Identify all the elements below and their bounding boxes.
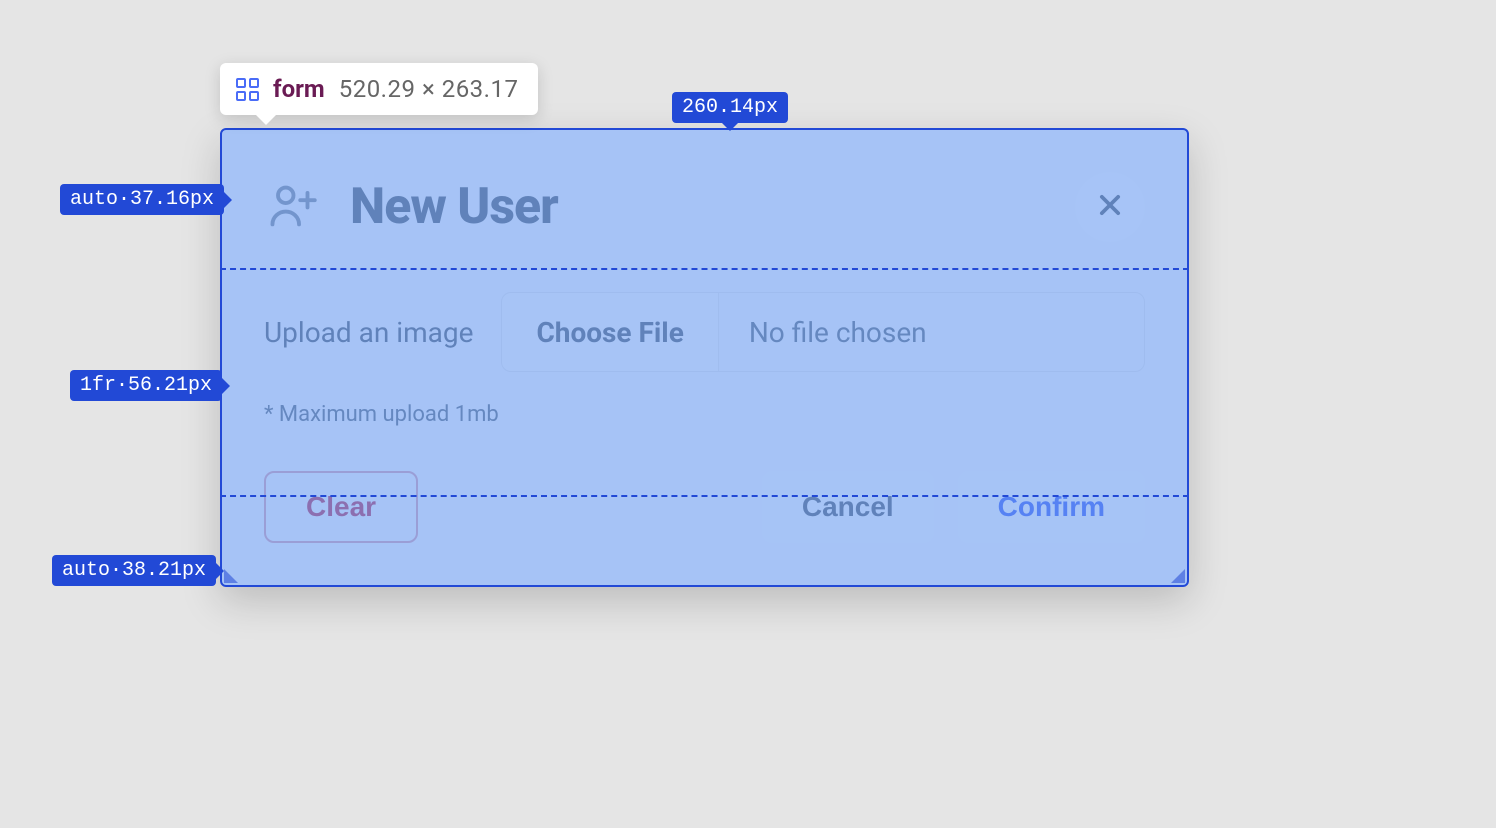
modal-title: New User xyxy=(350,178,558,236)
inspector-element-dimensions: 520.29 × 263.17 xyxy=(339,75,519,103)
modal-body: Upload an image Choose File No file chos… xyxy=(264,274,1145,427)
upload-hint: * Maximum upload 1mb xyxy=(264,402,1145,427)
user-plus-icon xyxy=(264,176,322,238)
grid-line xyxy=(220,268,1189,270)
grid-row-size-badge-1: auto·37.16px xyxy=(60,184,224,215)
file-input[interactable]: Choose File No file chosen xyxy=(501,292,1145,372)
cancel-button[interactable]: Cancel xyxy=(762,471,934,543)
inspector-element-tag: form xyxy=(273,75,325,103)
close-icon xyxy=(1096,186,1124,228)
overlay-corner-icon xyxy=(1171,569,1185,583)
clear-button[interactable]: Clear xyxy=(264,471,418,543)
upload-label: Upload an image xyxy=(264,316,473,349)
grid-col-size-badge: 260.14px xyxy=(672,92,788,123)
new-user-modal: New User Upload an image Choose File No … xyxy=(220,128,1189,587)
modal-header: New User xyxy=(264,172,1145,242)
grid-row-size-badge-3: auto·38.21px xyxy=(52,555,216,586)
inspector-tooltip: form 520.29 × 263.17 xyxy=(220,63,538,115)
modal-footer: Clear Cancel Confirm xyxy=(264,459,1145,543)
overlay-corner-icon xyxy=(224,569,238,583)
confirm-button[interactable]: Confirm xyxy=(958,471,1145,543)
choose-file-button[interactable]: Choose File xyxy=(502,293,718,371)
grid-row-size-badge-2: 1fr·56.21px xyxy=(70,370,222,401)
upload-row: Upload an image Choose File No file chos… xyxy=(264,292,1145,372)
close-button[interactable] xyxy=(1075,172,1145,242)
file-status: No file chosen xyxy=(719,293,1144,371)
grid-icon xyxy=(236,78,259,101)
footer-spacer xyxy=(442,471,738,543)
